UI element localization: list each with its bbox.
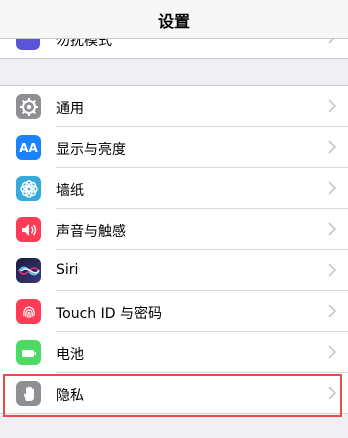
settings-row-label: 显示与亮度 bbox=[56, 142, 126, 158]
navigation-bar: 设置 bbox=[0, 0, 348, 39]
chevron-right-icon bbox=[328, 222, 336, 236]
chevron-right-icon bbox=[328, 304, 336, 318]
siri-icon bbox=[16, 258, 41, 283]
chevron-right-icon bbox=[328, 386, 336, 400]
aa-icon-text: AA bbox=[19, 140, 38, 155]
settings-row-display[interactable]: AA 显示与亮度 bbox=[0, 127, 348, 168]
settings-row-wallpaper[interactable]: 墙纸 bbox=[0, 168, 348, 209]
gear-icon bbox=[16, 94, 41, 119]
page-title: 设置 bbox=[157, 12, 190, 31]
chevron-right-icon bbox=[328, 140, 336, 154]
fingerprint-icon bbox=[16, 299, 41, 324]
settings-row-label: 通用 bbox=[56, 101, 84, 117]
speaker-icon bbox=[16, 217, 41, 242]
settings-row-siri[interactable]: Siri bbox=[0, 250, 348, 291]
settings-row-label: Siri bbox=[56, 262, 79, 278]
aa-icon: AA bbox=[16, 135, 41, 160]
flower-icon bbox=[16, 176, 41, 201]
settings-row-battery[interactable]: 电池 bbox=[0, 332, 348, 373]
settings-row-sounds[interactable]: 声音与触感 bbox=[0, 209, 348, 250]
hand-icon bbox=[16, 381, 41, 406]
settings-group: 通用 AA 显示与亮度 墙纸 声音与触感 Siri Touch ID 与密码 电… bbox=[0, 85, 348, 414]
settings-row-general[interactable]: 通用 bbox=[0, 86, 348, 127]
settings-row-label: 隐私 bbox=[56, 388, 84, 404]
settings-row-label: 电池 bbox=[56, 347, 84, 363]
settings-row-label: 声音与触感 bbox=[56, 224, 126, 240]
chevron-right-icon bbox=[328, 345, 336, 359]
settings-row-label: 墙纸 bbox=[56, 183, 84, 199]
chevron-right-icon bbox=[328, 99, 336, 113]
settings-row-touch-id[interactable]: Touch ID 与密码 bbox=[0, 291, 348, 332]
settings-row-privacy[interactable]: 隐私 bbox=[0, 373, 348, 414]
battery-icon bbox=[16, 340, 41, 365]
settings-row-label: Touch ID 与密码 bbox=[56, 306, 162, 322]
chevron-right-icon bbox=[328, 181, 336, 195]
chevron-right-icon bbox=[328, 263, 336, 277]
